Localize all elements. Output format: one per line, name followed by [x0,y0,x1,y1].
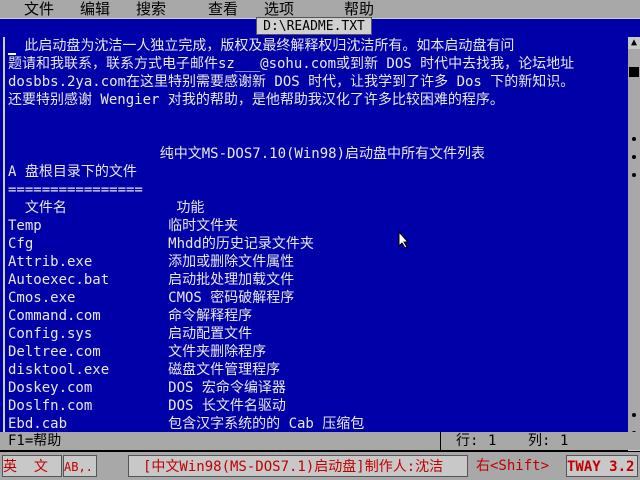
ime-shift-hint: 右<Shift> [476,455,556,477]
ime-mode[interactable]: AB,. [63,455,97,477]
ime-title: [中文Win98(MS-DOS7.1)启动盘]制作人:沈洁 [128,455,468,477]
row-label: 行: [456,433,479,449]
text-line: Doslfn.com DOS 长文件名驱动 [8,398,286,414]
menu-edit[interactable]: 编辑 [80,0,110,18]
ime-version: TWAY 3.2 [566,455,638,477]
col-value: 1 [560,433,569,449]
text-line: Ebd.cab 包含汉字系统的的 Cab 压缩包 [8,416,365,432]
editor-window[interactable]: 此启动盘为沈洁一人独立完成，版权及最终解释权归沈洁所有。如本启动盘有问题请和我联… [0,18,640,451]
menu-options[interactable]: 选项 [264,0,294,18]
menu-file[interactable]: 文件 [24,0,54,18]
menu-help[interactable]: 帮助 [344,0,374,18]
vertical-scrollbar[interactable]: ▲ ▼ [628,37,640,451]
text-line: 纯中文MS-DOS7.10(Win98)启动盘中所有文件列表 [8,146,486,162]
editor-left-border [3,37,5,433]
menu-bar: 文件 编辑 搜索 查看 选项 帮助 [0,0,640,18]
text-line: ================ [8,182,143,198]
scroll-thumb[interactable] [629,67,639,77]
ime-bar: 英 文 AB,. [中文Win98(MS-DOS7.1)启动盘]制作人:沈洁 右… [0,452,640,480]
text-line: 文件名 功能 [8,200,205,216]
text-line: Doskey.com DOS 宏命令编译器 [8,380,286,396]
line-text: 此启动盘为沈洁一人独立完成，版权及最终解释权归沈洁所有。如本启动盘有问 [16,38,515,54]
menu-search[interactable]: 搜索 [136,0,166,18]
text-line: 题请和我联系，联系方式电子邮件sz___@sohu.com或到新 DOS 时代中… [8,56,575,72]
row-value: 1 [488,433,497,449]
scroll-dot [632,413,636,417]
text-line: Cmos.exe CMOS 密码破解程序 [8,290,295,306]
scroll-dot [632,137,636,141]
ime-language[interactable]: 英 文 [2,455,62,477]
scroll-up-arrow-icon[interactable]: ▲ [628,37,640,49]
status-divider [440,432,441,450]
scroll-dot [632,155,636,159]
file-title: D:\README.TXT [256,17,372,35]
menu-view[interactable]: 查看 [208,0,238,18]
status-bar: F1=帮助 行: 1 列: 1 [0,432,640,450]
text-line: Attrib.exe 添加或删除文件属性 [8,254,295,270]
text-line: Cfg Mhdd的历史记录文件夹 [8,236,314,252]
scroll-dot [632,173,636,177]
help-hint[interactable]: F1=帮助 [8,432,61,450]
text-line: disktool.exe 磁盘文件管理程序 [8,362,281,378]
text-line: 此启动盘为沈洁一人独立完成，版权及最终解释权归沈洁所有。如本启动盘有问 [8,37,514,55]
text-line: Config.sys 启动配置文件 [8,326,253,342]
text-line: Temp 临时文件夹 [8,218,239,234]
text-line: Deltree.com 文件夹删除程序 [8,344,267,360]
text-line: Autoexec.bat 启动批处理加载文件 [8,272,295,288]
text-line: A 盘根目录下的文件 [8,164,137,180]
col-label: 列: [528,433,551,449]
text-line: dosbbs.2ya.com在这里特别需要感谢新 DOS 时代，让我学到了许多 … [8,74,575,90]
text-line: 还要特别感谢 Wengier 对我的帮助，是他帮助我汉化了许多比较困难的程序。 [8,92,504,108]
text-line: Command.com 命令解释程序 [8,308,253,324]
